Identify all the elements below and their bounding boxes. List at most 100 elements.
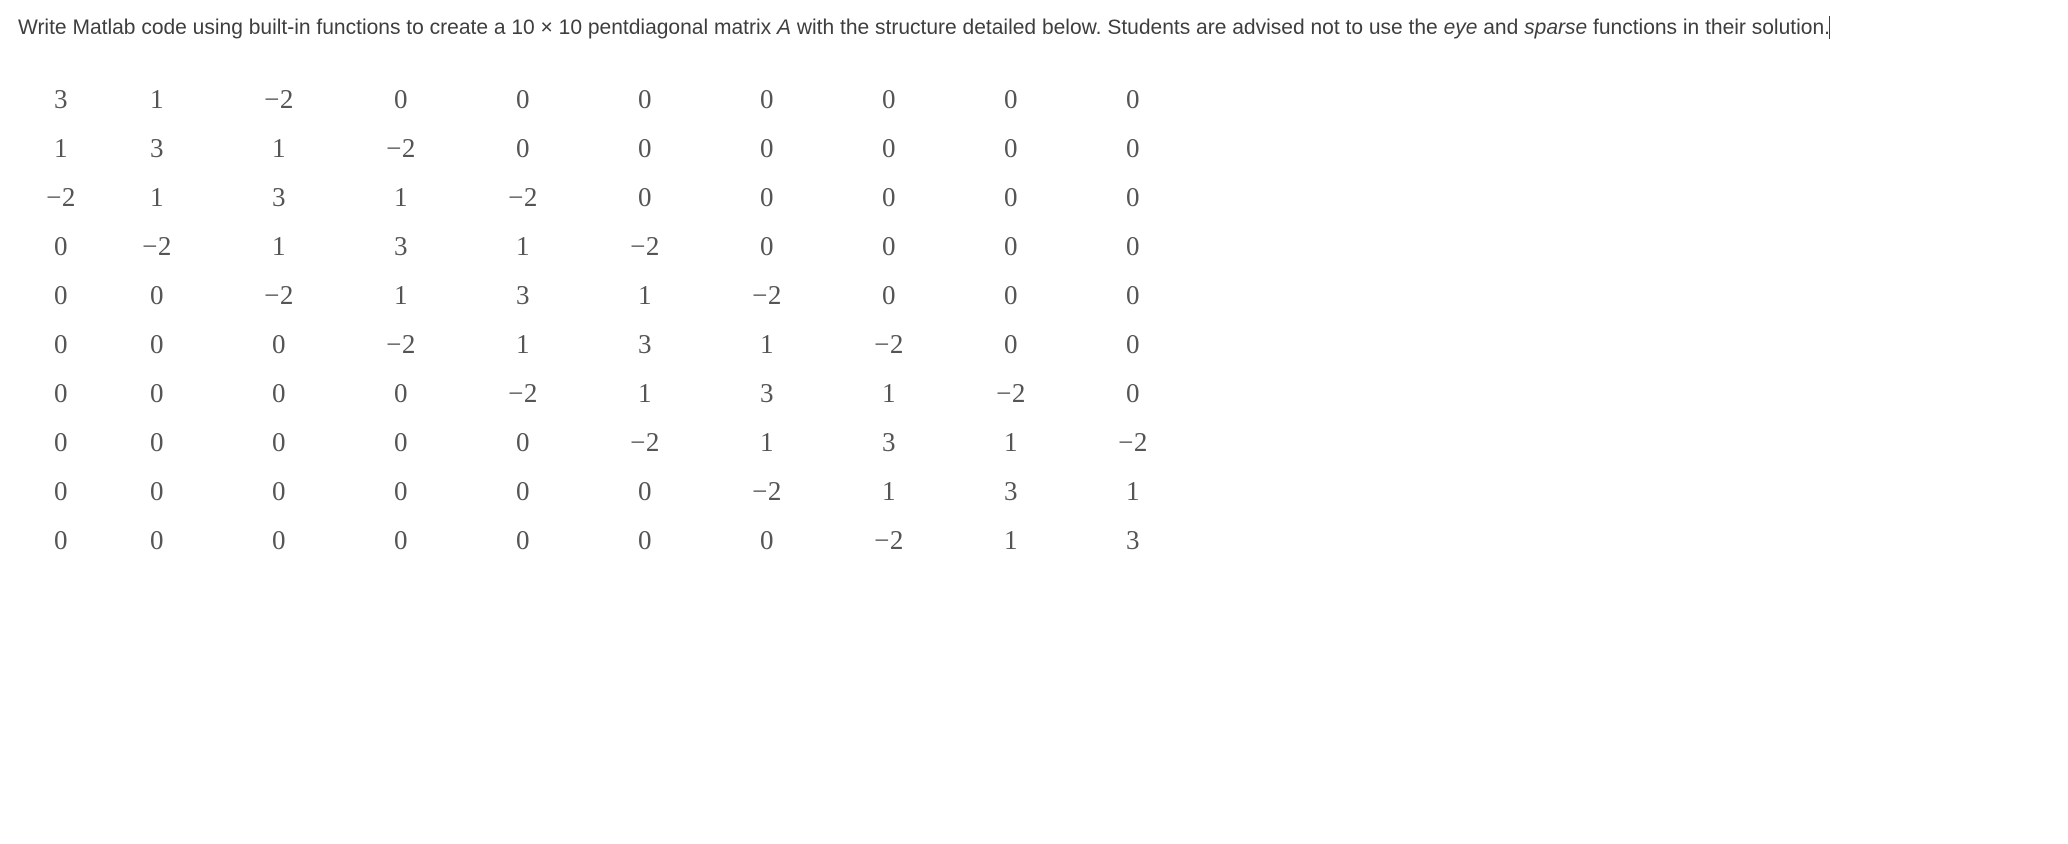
matrix-cell: 0	[26, 525, 96, 556]
matrix-cell: 0	[706, 231, 828, 262]
matrix-row: 000−2131−200	[26, 320, 2050, 369]
matrix-cell: 0	[462, 427, 584, 458]
matrix-cell: −2	[218, 280, 340, 311]
matrix-cell: 0	[828, 231, 950, 262]
matrix: 31−20000000131−2000000−2131−2000000−2131…	[18, 75, 2050, 565]
matrix-cell: −2	[584, 231, 706, 262]
matrix-cell: 0	[1072, 133, 1194, 164]
matrix-cell: 1	[1072, 476, 1194, 507]
matrix-cell: 1	[218, 231, 340, 262]
matrix-cell: 1	[584, 280, 706, 311]
matrix-cell: 0	[584, 476, 706, 507]
matrix-cell: 0	[950, 280, 1072, 311]
matrix-cell: 0	[96, 476, 218, 507]
matrix-cell: 3	[584, 329, 706, 360]
matrix-cell: 0	[1072, 231, 1194, 262]
matrix-cell: −2	[706, 280, 828, 311]
matrix-cell: 0	[706, 525, 828, 556]
matrix-cell: 0	[96, 329, 218, 360]
matrix-cell: 1	[828, 378, 950, 409]
question-ital1: eye	[1444, 16, 1478, 39]
matrix-cell: 3	[26, 84, 96, 115]
text-cursor	[1829, 16, 1830, 39]
question-part3: and	[1477, 16, 1524, 39]
matrix-row: 00000−2131−2	[26, 418, 2050, 467]
matrix-cell: −2	[96, 231, 218, 262]
matrix-cell: −2	[1072, 427, 1194, 458]
matrix-cell: 1	[584, 378, 706, 409]
matrix-cell: 0	[340, 525, 462, 556]
matrix-cell: 0	[706, 84, 828, 115]
matrix-cell: −2	[462, 378, 584, 409]
matrix-cell: 3	[340, 231, 462, 262]
matrix-row: 131−2000000	[26, 124, 2050, 173]
matrix-cell: 0	[26, 280, 96, 311]
matrix-cell: 0	[462, 84, 584, 115]
matrix-row: 0−2131−20000	[26, 222, 2050, 271]
matrix-cell: 0	[340, 427, 462, 458]
matrix-cell: 1	[706, 427, 828, 458]
matrix-cell: 0	[26, 329, 96, 360]
matrix-cell: −2	[950, 378, 1072, 409]
matrix-cell: 1	[340, 182, 462, 213]
matrix-cell: 0	[96, 427, 218, 458]
matrix-row: 0000000−213	[26, 516, 2050, 565]
matrix-cell: 0	[828, 280, 950, 311]
matrix-cell: 1	[462, 231, 584, 262]
matrix-cell: 0	[706, 182, 828, 213]
matrix-cell: 0	[26, 476, 96, 507]
matrix-cell: 1	[96, 84, 218, 115]
matrix-cell: 0	[462, 476, 584, 507]
matrix-cell: 3	[218, 182, 340, 213]
matrix-cell: 0	[340, 378, 462, 409]
matrix-cell: 0	[462, 525, 584, 556]
matrix-cell: 3	[950, 476, 1072, 507]
matrix-cell: 0	[340, 84, 462, 115]
matrix-cell: −2	[706, 476, 828, 507]
matrix-cell: 0	[1072, 280, 1194, 311]
question-ital2: sparse	[1524, 16, 1587, 39]
matrix-cell: 1	[96, 182, 218, 213]
matrix-cell: −2	[218, 84, 340, 115]
matrix-cell: 0	[584, 525, 706, 556]
matrix-cell: 0	[218, 378, 340, 409]
matrix-cell: −2	[828, 329, 950, 360]
matrix-cell: 0	[1072, 378, 1194, 409]
matrix-cell: 3	[706, 378, 828, 409]
matrix-cell: 0	[462, 133, 584, 164]
matrix-cell: 1	[706, 329, 828, 360]
matrix-cell: 0	[96, 280, 218, 311]
matrix-row: 0000−2131−20	[26, 369, 2050, 418]
matrix-cell: 3	[1072, 525, 1194, 556]
matrix-cell: 1	[462, 329, 584, 360]
matrix-cell: 0	[26, 378, 96, 409]
question-var: A	[777, 16, 791, 39]
matrix-cell: −2	[462, 182, 584, 213]
matrix-cell: 0	[950, 182, 1072, 213]
matrix-cell: 3	[828, 427, 950, 458]
question-text: Write Matlab code using built-in functio…	[18, 12, 2050, 45]
matrix-cell: 0	[950, 84, 1072, 115]
matrix-cell: −2	[340, 329, 462, 360]
matrix-cell: 0	[340, 476, 462, 507]
matrix-row: −2131−200000	[26, 173, 2050, 222]
matrix-cell: 0	[1072, 182, 1194, 213]
matrix-cell: 1	[340, 280, 462, 311]
matrix-row: 00−2131−2000	[26, 271, 2050, 320]
matrix-cell: −2	[584, 427, 706, 458]
matrix-cell: 1	[950, 525, 1072, 556]
matrix-cell: 0	[218, 476, 340, 507]
matrix-cell: 0	[950, 231, 1072, 262]
question-part2: with the structure detailed below. Stude…	[791, 16, 1444, 39]
matrix-row: 000000−2131	[26, 467, 2050, 516]
matrix-cell: 1	[950, 427, 1072, 458]
matrix-cell: 0	[218, 427, 340, 458]
matrix-cell: 0	[584, 182, 706, 213]
matrix-cell: 0	[218, 525, 340, 556]
matrix-cell: 3	[96, 133, 218, 164]
matrix-cell: 0	[26, 231, 96, 262]
matrix-cell: 0	[26, 427, 96, 458]
matrix-cell: 0	[584, 133, 706, 164]
matrix-cell: 0	[96, 378, 218, 409]
matrix-cell: 3	[462, 280, 584, 311]
